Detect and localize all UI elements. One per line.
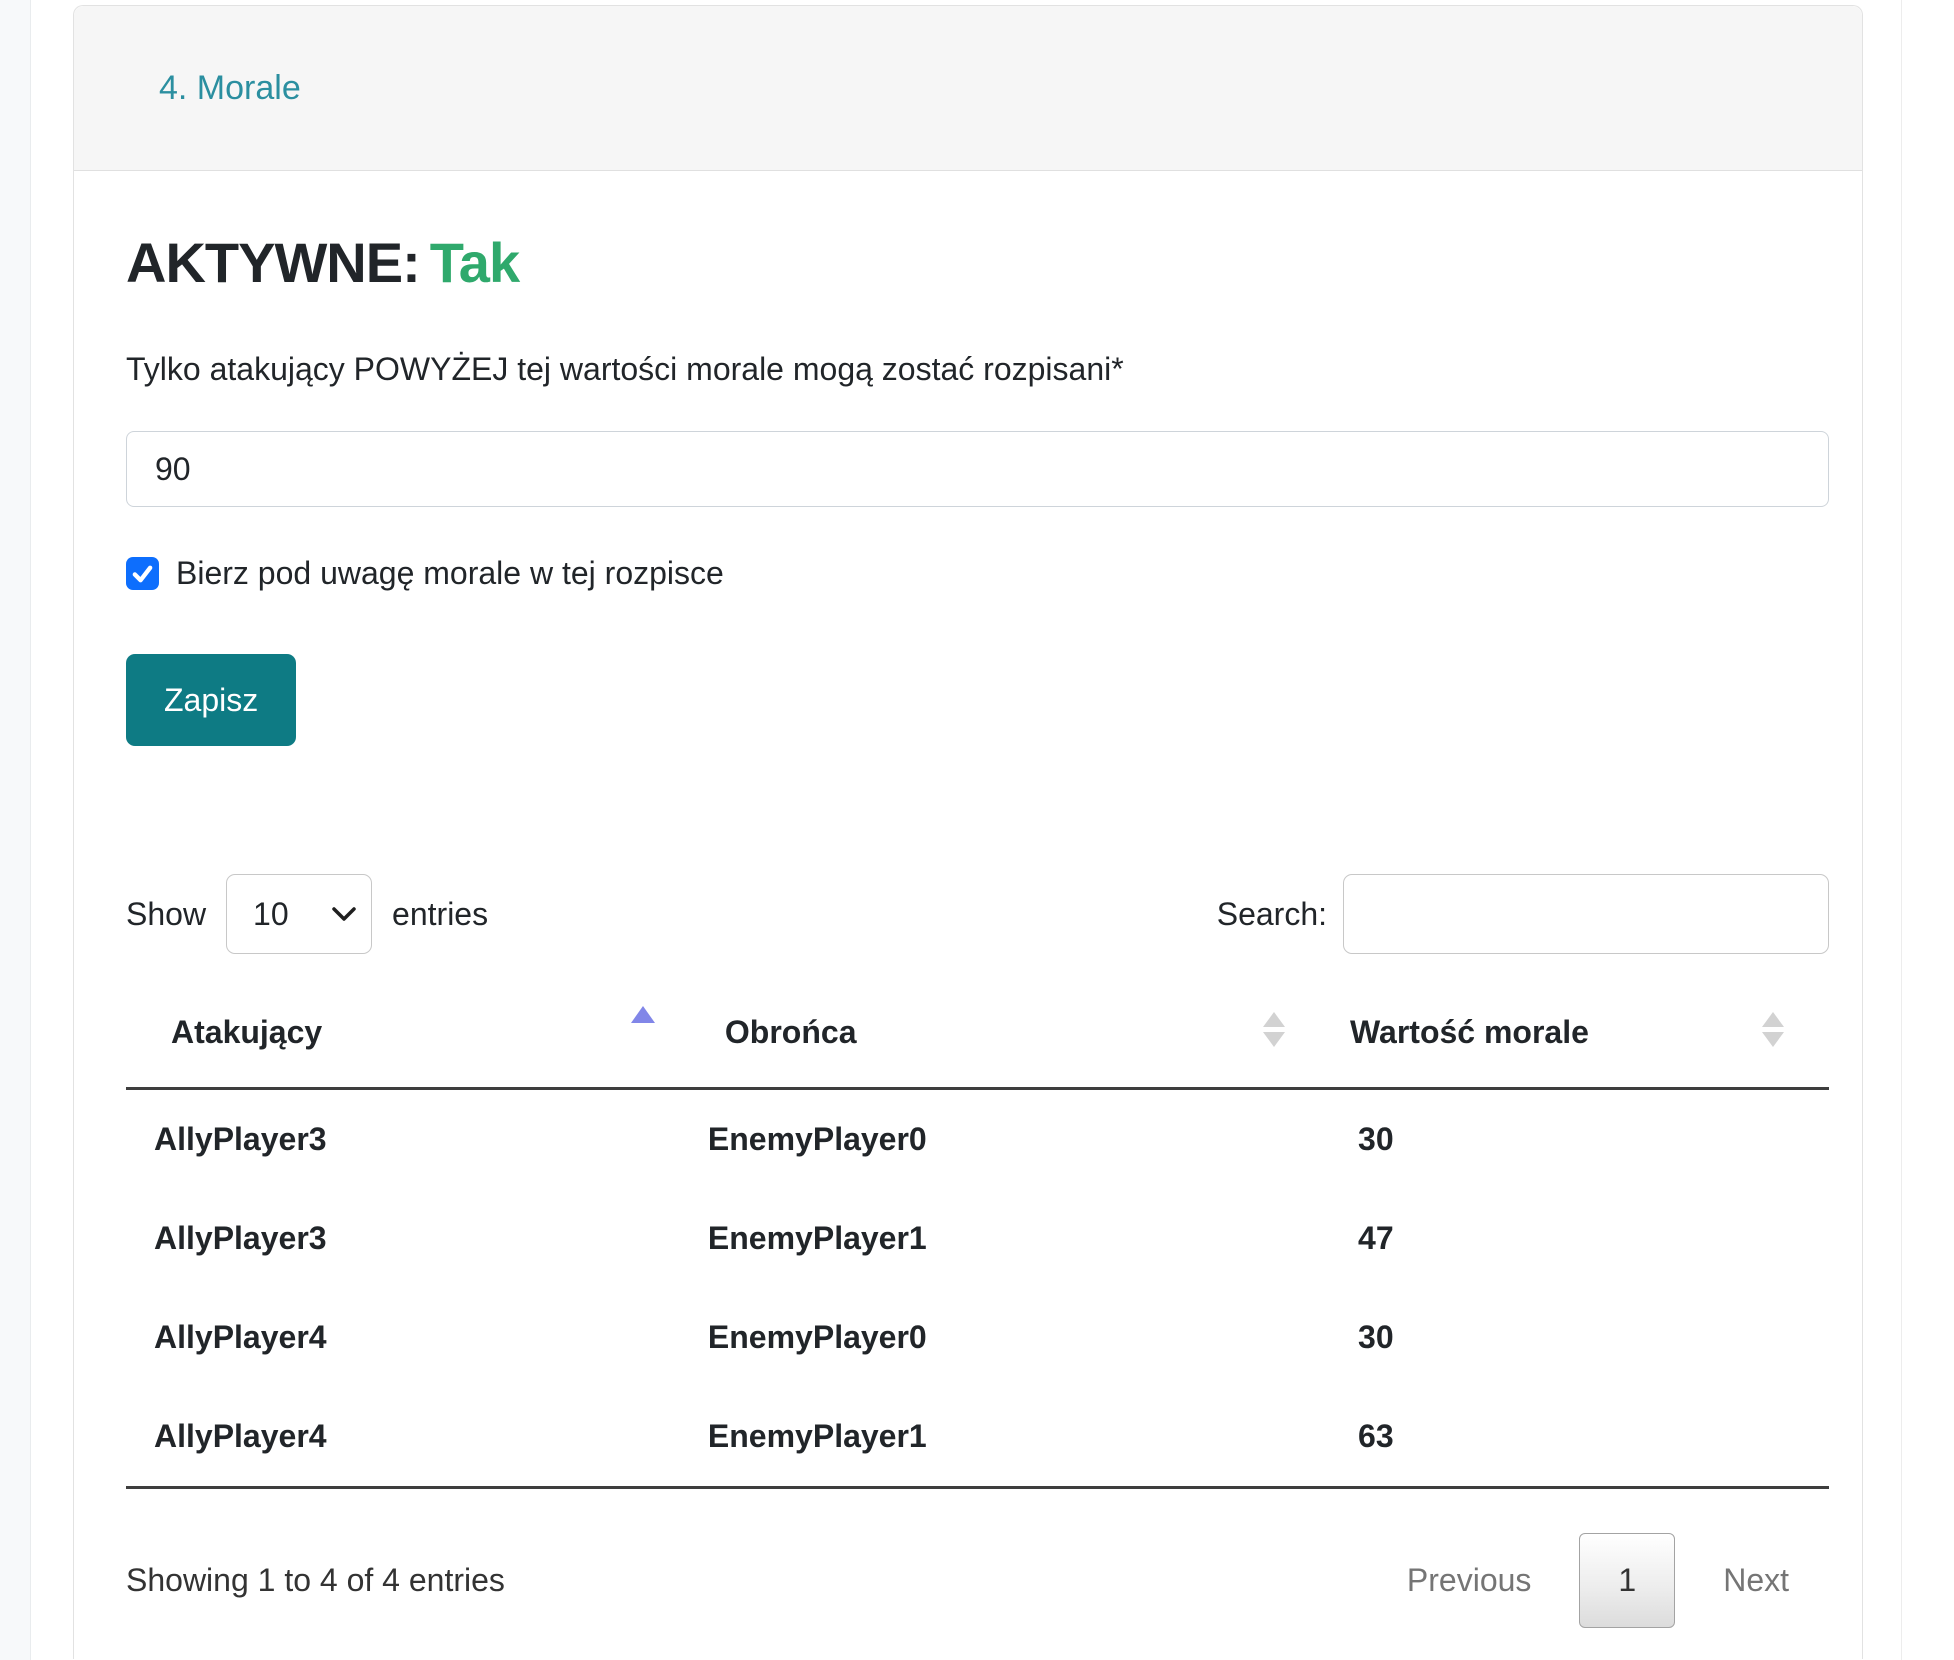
sort-up-triangle bbox=[1762, 1012, 1784, 1027]
morale-value-cell: 47 bbox=[1330, 1189, 1829, 1288]
column-label: Atakujący bbox=[171, 1014, 322, 1050]
sort-ascending-icon bbox=[631, 1006, 655, 1023]
table-row: AllyPlayer3 EnemyPlayer0 30 bbox=[126, 1089, 1829, 1190]
sort-up-triangle bbox=[631, 1006, 655, 1023]
pagination-next[interactable]: Next bbox=[1723, 1562, 1789, 1599]
pagination-previous[interactable]: Previous bbox=[1407, 1562, 1532, 1599]
defender-cell: EnemyPlayer1 bbox=[700, 1189, 1330, 1288]
defender-cell: EnemyPlayer0 bbox=[700, 1089, 1330, 1190]
panel-body: AKTYWNE:Tak Tylko atakujący POWYŻEJ tej … bbox=[74, 171, 1862, 1628]
table-row: AllyPlayer4 EnemyPlayer1 63 bbox=[126, 1387, 1829, 1488]
morale-checkbox-row: Bierz pod uwagę morale w tej rozpisce bbox=[126, 555, 1829, 592]
morale-checkbox-label: Bierz pod uwagę morale w tej rozpisce bbox=[176, 555, 724, 592]
checkmark-icon bbox=[131, 562, 154, 585]
defender-cell: EnemyPlayer0 bbox=[700, 1288, 1330, 1387]
morale-threshold-input[interactable] bbox=[126, 431, 1829, 507]
page-length-control: Show 10 entries bbox=[126, 874, 488, 954]
attacker-cell: AllyPlayer3 bbox=[126, 1089, 700, 1190]
sort-down-triangle bbox=[1263, 1032, 1285, 1047]
panel-title-link[interactable]: 4. Morale bbox=[159, 69, 301, 108]
morale-value-cell: 30 bbox=[1330, 1089, 1829, 1190]
table-footer: Showing 1 to 4 of 4 entries Previous 1 N… bbox=[126, 1489, 1829, 1628]
search-control: Search: bbox=[1217, 874, 1829, 954]
entries-label: entries bbox=[392, 896, 488, 933]
morale-table: Atakujący Obrońca Wartość morale bbox=[126, 974, 1829, 1489]
table-info: Showing 1 to 4 of 4 entries bbox=[126, 1562, 505, 1599]
attacker-cell: AllyPlayer4 bbox=[126, 1288, 700, 1387]
table-row: AllyPlayer3 EnemyPlayer1 47 bbox=[126, 1189, 1829, 1288]
page-length-select-wrap: 10 bbox=[226, 874, 372, 954]
pagination: Previous 1 Next bbox=[1407, 1533, 1789, 1628]
show-label: Show bbox=[126, 896, 206, 933]
active-status-value: Tak bbox=[430, 231, 519, 294]
attacker-cell: AllyPlayer4 bbox=[126, 1387, 700, 1488]
table-header-row: Atakujący Obrońca Wartość morale bbox=[126, 974, 1829, 1089]
sort-up-triangle bbox=[1263, 1012, 1285, 1027]
search-label: Search: bbox=[1217, 896, 1327, 933]
active-status-label: AKTYWNE: bbox=[126, 231, 420, 294]
morale-checkbox[interactable] bbox=[126, 557, 159, 590]
page-length-select[interactable]: 10 bbox=[226, 874, 372, 954]
active-status-heading: AKTYWNE:Tak bbox=[126, 231, 1829, 295]
search-input[interactable] bbox=[1343, 874, 1829, 954]
column-label: Wartość morale bbox=[1350, 1014, 1589, 1050]
page-left-gutter bbox=[0, 0, 31, 1660]
attacker-cell: AllyPlayer3 bbox=[126, 1189, 700, 1288]
column-header-defender[interactable]: Obrońca bbox=[700, 974, 1330, 1089]
page-right-divider bbox=[1901, 0, 1902, 1660]
sort-unsorted-icon bbox=[1762, 1012, 1784, 1047]
table-row: AllyPlayer4 EnemyPlayer0 30 bbox=[126, 1288, 1829, 1387]
sort-down-triangle bbox=[1762, 1032, 1784, 1047]
morale-value-cell: 30 bbox=[1330, 1288, 1829, 1387]
column-header-attacker[interactable]: Atakujący bbox=[126, 974, 700, 1089]
sort-unsorted-icon bbox=[1263, 1012, 1285, 1047]
column-label: Obrońca bbox=[725, 1014, 857, 1050]
column-header-morale-value[interactable]: Wartość morale bbox=[1330, 974, 1829, 1089]
save-button[interactable]: Zapisz bbox=[126, 654, 296, 746]
pagination-page-1[interactable]: 1 bbox=[1579, 1533, 1675, 1628]
panel-header: 4. Morale bbox=[74, 6, 1862, 171]
defender-cell: EnemyPlayer1 bbox=[700, 1387, 1330, 1488]
table-controls: Show 10 entries Search: bbox=[126, 874, 1829, 954]
morale-threshold-label: Tylko atakujący POWYŻEJ tej wartości mor… bbox=[126, 347, 1829, 391]
morale-value-cell: 63 bbox=[1330, 1387, 1829, 1488]
morale-panel: 4. Morale AKTYWNE:Tak Tylko atakujący PO… bbox=[73, 5, 1863, 1659]
